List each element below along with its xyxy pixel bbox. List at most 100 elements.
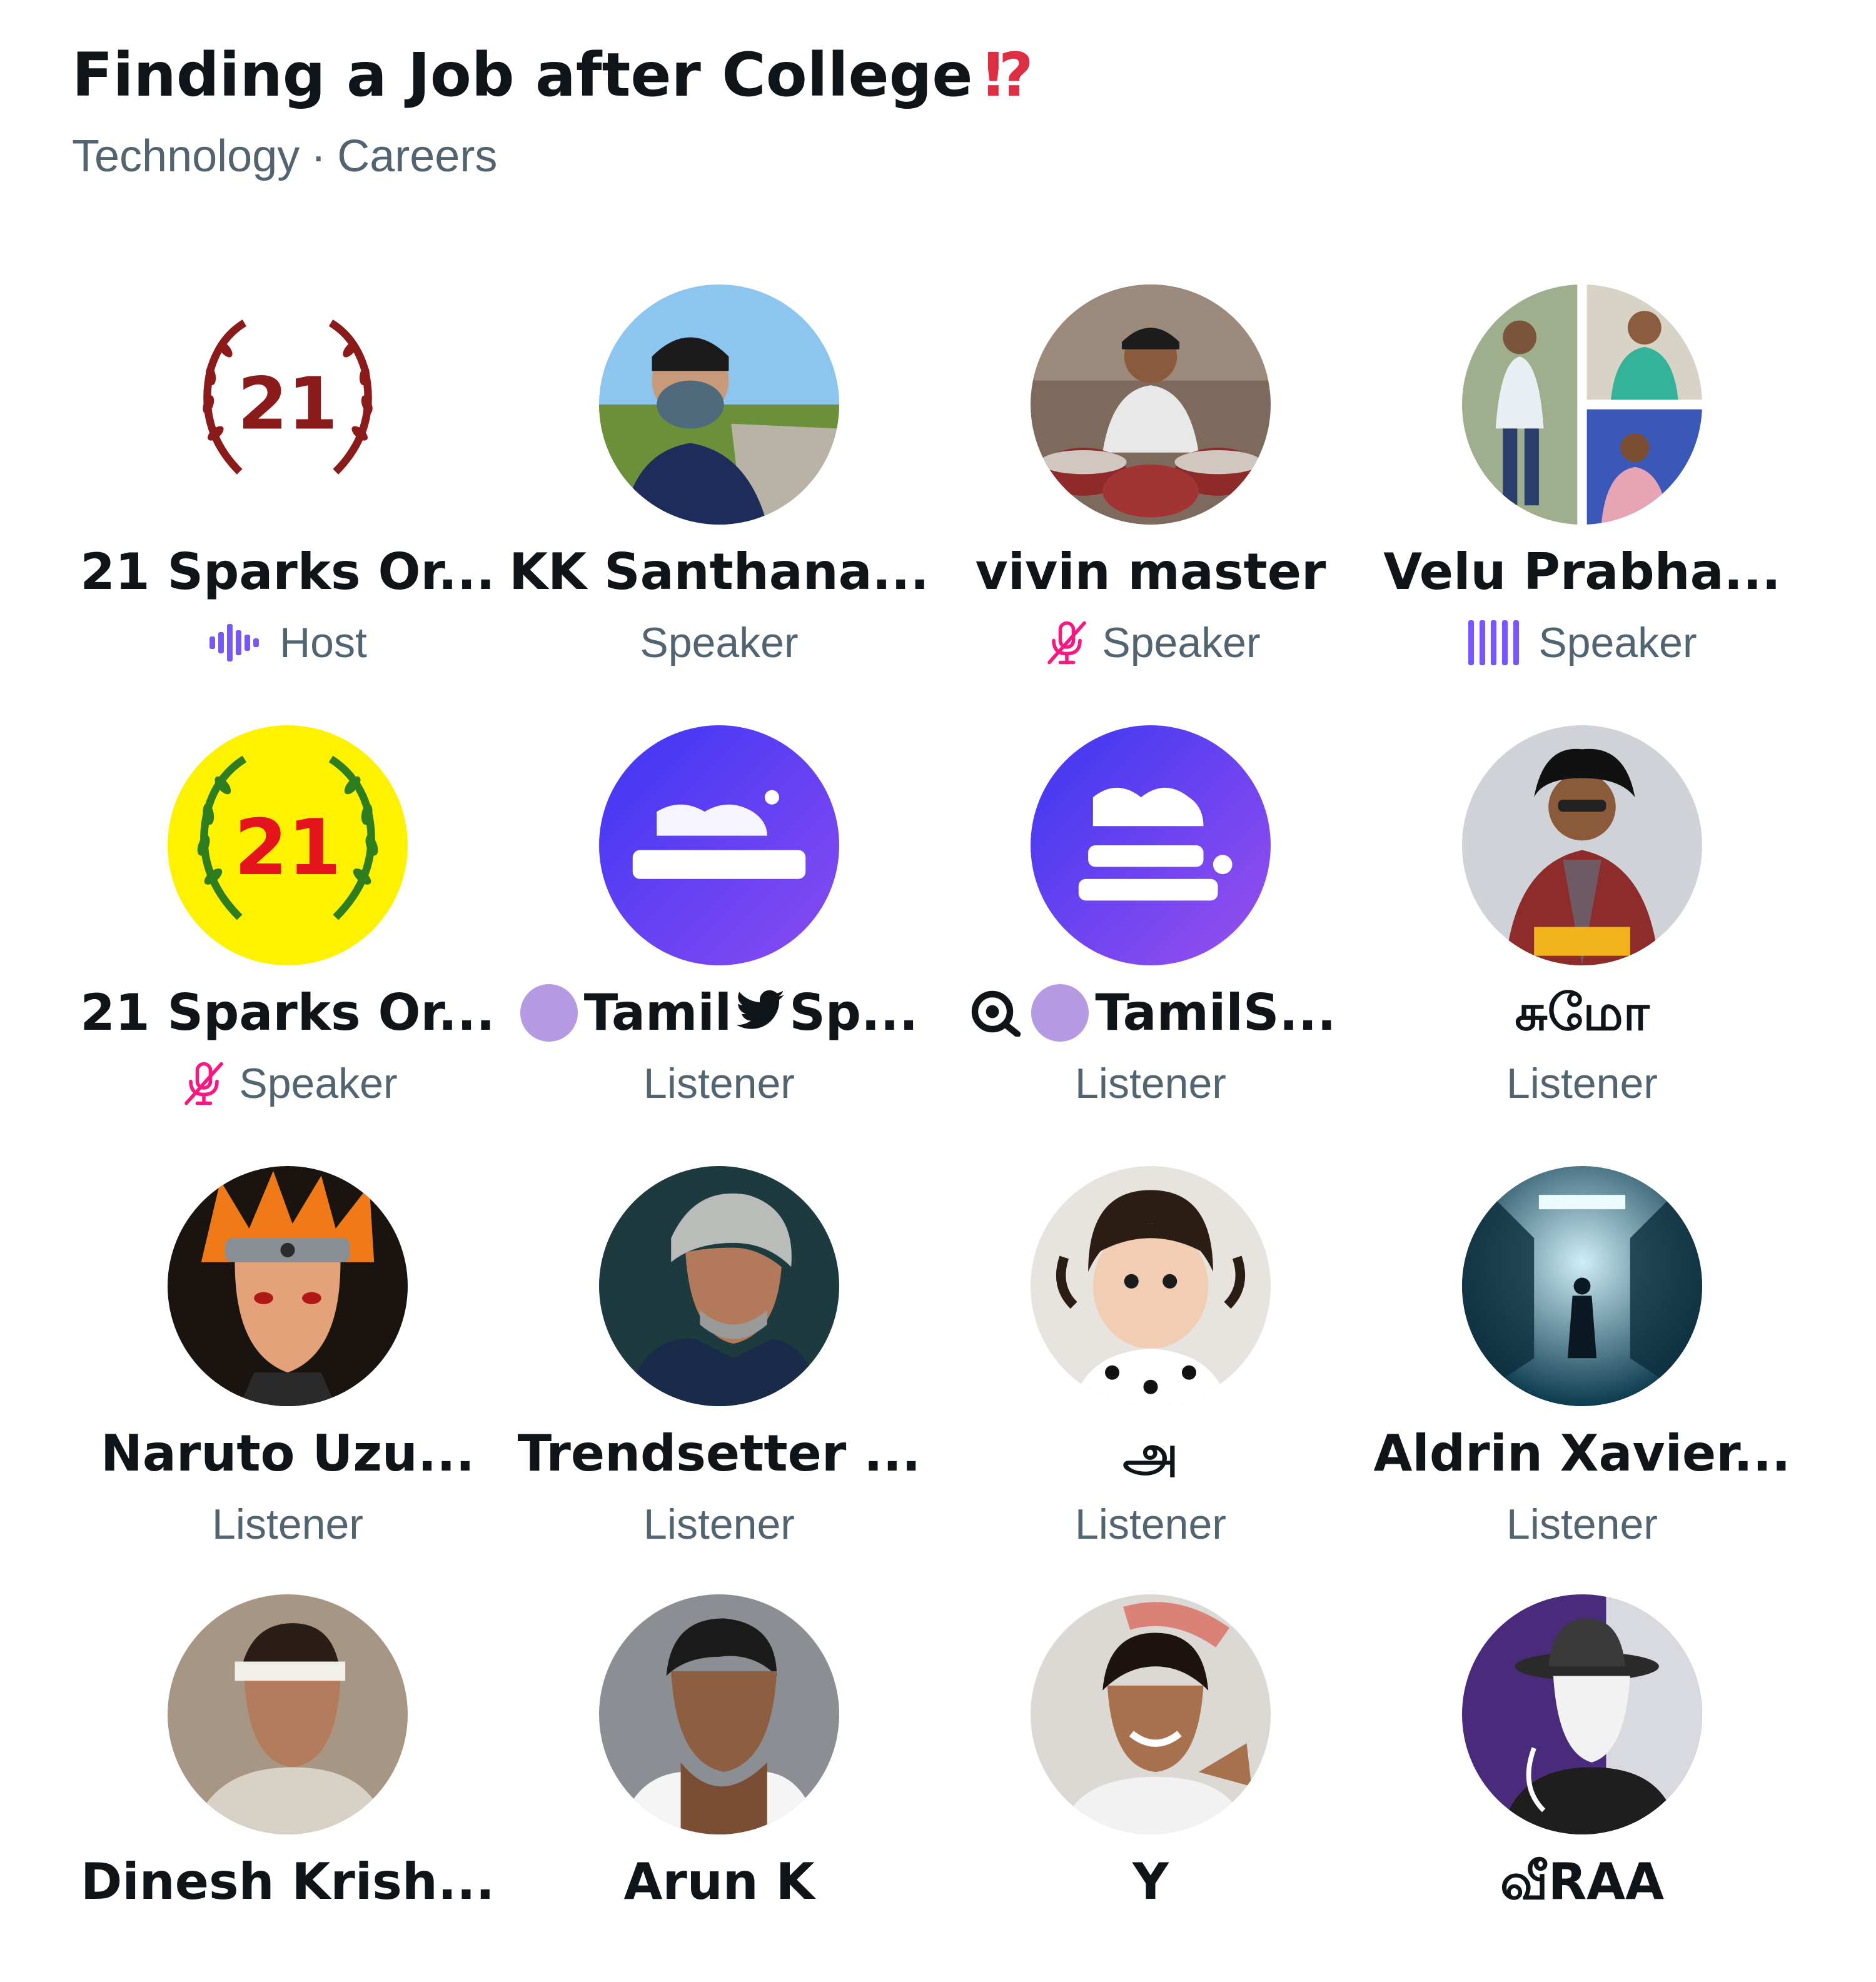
- participant-name-part: Sp...: [789, 983, 919, 1042]
- participant-tile[interactable]: Dinesh Krish...: [72, 1594, 503, 1982]
- naruto-art: [168, 1166, 408, 1406]
- participant-role: Listener: [1506, 1060, 1658, 1107]
- avatar: [1031, 284, 1271, 525]
- participant-tile[interactable]: KK Santhana... Speaker: [503, 284, 935, 672]
- avatar: [1462, 1594, 1702, 1834]
- eye-icon: [965, 987, 1025, 1039]
- participant-role-row: Listener: [1366, 1494, 1798, 1554]
- participant-tile[interactable]: Velu Prabha... Speaker: [1366, 284, 1798, 672]
- participant-tile[interactable]: Trendsetter ... Listener: [503, 1166, 935, 1554]
- participant-name-row: அ: [935, 1416, 1366, 1491]
- participant-role-row: Speaker: [72, 1054, 503, 1114]
- avatar: [599, 1166, 839, 1406]
- avatar: 21: [168, 284, 408, 525]
- participant-name: வீRAA: [1500, 1853, 1664, 1911]
- mic-muted-icon: [1041, 616, 1093, 669]
- participant-name: Arun K: [623, 1853, 815, 1911]
- participant-tile[interactable]: Y: [935, 1594, 1366, 1982]
- participant-tile[interactable]: Aldrin Xavier... Listener: [1366, 1166, 1798, 1554]
- participant-role-row: Speaker: [503, 613, 935, 673]
- participant-name-row: Trendsetter ...: [503, 1416, 935, 1491]
- participant-role: Speaker: [239, 1060, 398, 1107]
- participant-role: Listener: [643, 1060, 795, 1107]
- purple-dot-badge: [520, 984, 578, 1042]
- collage-photo: [1462, 284, 1702, 525]
- participant-tile[interactable]: 21 21 Sparks Or... Speaker: [72, 725, 503, 1113]
- participant-name: KK Santhana...: [509, 543, 929, 601]
- svg-text:21: 21: [238, 362, 338, 446]
- participant-name-part: Tamil: [583, 983, 732, 1042]
- smiling-man-photo: [1031, 1594, 1271, 1834]
- participant-role: Speaker: [640, 619, 799, 667]
- participant-name-row: வீRAA: [1366, 1844, 1798, 1919]
- participant-tile[interactable]: 21 21 Sparks Or... Host: [72, 284, 503, 672]
- participant-role-row: Listener: [935, 1494, 1366, 1554]
- avatar: [168, 1594, 408, 1834]
- participant-name-row: Naruto Uzu...: [72, 1416, 503, 1491]
- participant-role: Speaker: [1538, 619, 1697, 667]
- participant-tile[interactable]: சுமோ Listener: [1366, 725, 1798, 1113]
- headband-man-photo: [168, 1594, 408, 1834]
- participant-name: Dinesh Krish...: [80, 1853, 495, 1911]
- avatar: [1462, 725, 1702, 965]
- participant-tile[interactable]: vivin master Speaker: [935, 284, 1366, 672]
- avatar: [168, 1166, 408, 1406]
- participant-role: Listener: [643, 1501, 795, 1548]
- participant-name: அ: [1122, 1424, 1179, 1482]
- participant-name: vivin master: [975, 543, 1326, 601]
- corridor-art: [1462, 1166, 1702, 1406]
- avatar: [1031, 1594, 1271, 1834]
- avatar: [599, 1594, 839, 1834]
- participant-role: Host: [280, 619, 367, 667]
- participant-role-row: Speaker: [935, 613, 1366, 673]
- participant-name-row: 21 Sparks Or...: [72, 535, 503, 610]
- avatar: 21: [168, 725, 408, 965]
- participant-name: Velu Prabha...: [1383, 543, 1781, 601]
- participant-name: 21 Sparks Or...: [80, 543, 495, 601]
- tamil-spaces-visualizer-logo: [1031, 725, 1271, 965]
- masked-man-photo: [599, 284, 839, 525]
- participant-name-row: சுமோ: [1366, 975, 1798, 1050]
- participant-name-row: Velu Prabha...: [1366, 535, 1798, 610]
- participant-name: சுமோ: [1515, 983, 1650, 1042]
- participant-tile[interactable]: வீRAA: [1366, 1594, 1798, 1982]
- avatar: [1462, 284, 1702, 525]
- participant-name-row: 21 Sparks Or...: [72, 975, 503, 1050]
- participant-name: Y: [1132, 1853, 1169, 1911]
- participant-role-row: Speaker: [1366, 613, 1798, 673]
- participant-name: Naruto Uzu...: [100, 1424, 475, 1482]
- participant-tile[interactable]: Naruto Uzu... Listener: [72, 1166, 503, 1554]
- participant-name-row: vivin master: [935, 535, 1366, 610]
- participant-name: TamilS...: [1095, 983, 1336, 1042]
- purple-dot-badge: [1031, 984, 1089, 1042]
- participant-tile[interactable]: Tamil Sp... Listener: [503, 725, 935, 1113]
- participant-role-row: Listener: [935, 1054, 1366, 1114]
- participant-role-row: Listener: [503, 1054, 935, 1114]
- participant-name-row: TamilS...: [935, 975, 1366, 1050]
- participant-name-row: Dinesh Krish...: [72, 1844, 503, 1919]
- participant-tile[interactable]: அ Listener: [935, 1166, 1366, 1554]
- participant-name: Aldrin Xavier...: [1373, 1424, 1791, 1482]
- avatar: [599, 725, 839, 965]
- participant-role-row: Listener: [503, 1494, 935, 1554]
- avatar: [1031, 725, 1271, 965]
- participant-name-row: KK Santhana...: [503, 535, 935, 610]
- speaking-bars-icon: [1467, 618, 1530, 668]
- grey-haired-man-photo: [599, 1166, 839, 1406]
- bird-icon: [734, 990, 787, 1036]
- hat-man-photo: [1462, 1594, 1702, 1834]
- participant-name-row: Arun K: [503, 1844, 935, 1919]
- laurel-21-logo-yellow: 21: [168, 725, 408, 965]
- participant-name: Trendsetter ...: [517, 1424, 921, 1482]
- participant-role: Listener: [1075, 1501, 1226, 1548]
- participant-name-row: Y: [935, 1844, 1366, 1919]
- child-photo: [1031, 1166, 1271, 1406]
- participant-tile[interactable]: Arun K: [503, 1594, 935, 1982]
- participants-grid: 21 21 Sparks Or... Host KK Santhana... S…: [0, 0, 1876, 1911]
- mic-muted-icon: [178, 1057, 230, 1110]
- participant-role-row: Listener: [1366, 1054, 1798, 1114]
- sumo-photo: [1462, 725, 1702, 965]
- participant-name: 21 Sparks Or...: [80, 983, 495, 1042]
- participant-tile[interactable]: TamilS... Listener: [935, 725, 1366, 1113]
- thinking-man-photo: [599, 1594, 839, 1834]
